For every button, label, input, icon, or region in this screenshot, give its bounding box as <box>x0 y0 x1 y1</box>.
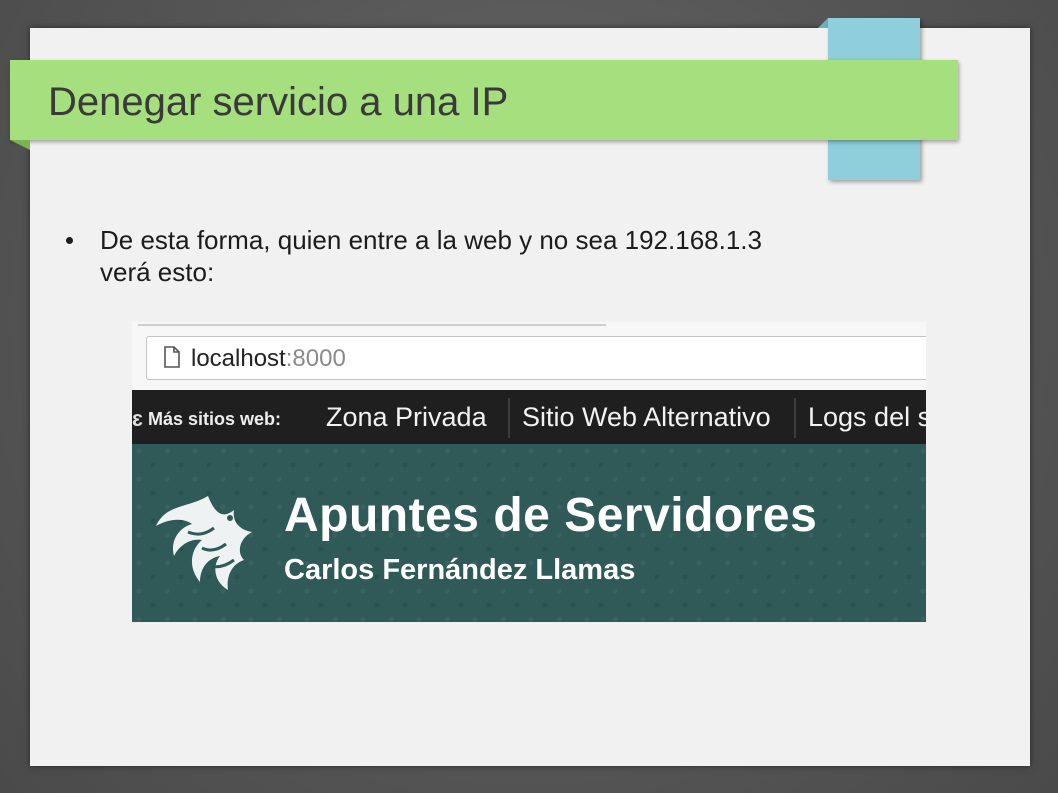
dragon-logo-icon <box>156 496 252 590</box>
bullet-dot-icon <box>66 237 73 244</box>
page-icon <box>164 346 180 368</box>
url-port: :8000 <box>285 345 346 372</box>
site-nav-bar: ɛ Más sitios web: Zona Privada Sitio Web… <box>132 390 926 444</box>
embedded-screenshot: localhost:8000 ɛ Más sitios web: Zona Pr… <box>132 322 926 622</box>
site-author: Carlos Fernández Llamas <box>284 554 636 586</box>
url-text: localhost:8000 <box>191 345 346 373</box>
nav-edge-glyph: ɛ <box>132 406 143 431</box>
site-header-banner: Apuntes de Servidores Carlos Fernández L… <box>132 444 926 622</box>
browser-tab-strip <box>138 324 606 326</box>
nav-link-sitio-web-alternativo[interactable]: Sitio Web Alternativo <box>522 402 771 433</box>
bullet-list: De esta forma, quien entre a la web y no… <box>66 224 996 288</box>
bullet-text-line1: De esta forma, quien entre a la web y no… <box>100 225 762 255</box>
bullet-text-line2: verá esto: <box>100 257 215 287</box>
nav-separator <box>794 398 796 438</box>
site-title: Apuntes de Servidores <box>284 489 818 542</box>
url-host: localhost <box>191 345 286 372</box>
nav-separator <box>508 398 510 438</box>
bullet-item: De esta forma, quien entre a la web y no… <box>66 224 996 288</box>
nav-link-zona-privada[interactable]: Zona Privada <box>326 402 487 433</box>
slide-title: Denegar servicio a una IP <box>48 80 509 124</box>
nav-link-logs[interactable]: Logs del s <box>808 402 926 433</box>
blue-tab-fold <box>818 18 828 28</box>
browser-toolbar: localhost:8000 <box>132 322 926 390</box>
title-band-fold <box>10 140 30 150</box>
nav-label: Más sitios web: <box>148 409 282 429</box>
address-bar[interactable]: localhost:8000 <box>146 336 926 380</box>
